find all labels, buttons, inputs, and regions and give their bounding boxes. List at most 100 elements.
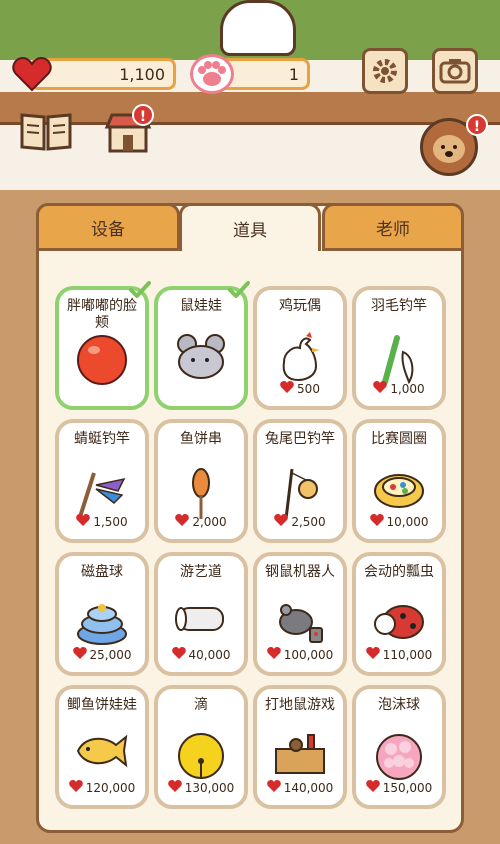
book-button[interactable]	[18, 108, 74, 154]
tab-teacher[interactable]: 老师	[322, 203, 464, 251]
item-name: 鲫鱼饼娃娃	[67, 697, 137, 713]
item-name: 鱼饼串	[180, 431, 222, 447]
item-price-value: 25,000	[89, 647, 132, 662]
robot-mouse-icon	[272, 598, 328, 652]
item-card[interactable]: 泡沫球 150,000	[352, 685, 446, 809]
item-price: 120,000	[59, 780, 145, 795]
item-price-value: 2,500	[291, 514, 326, 529]
item-price: 40,000	[158, 647, 244, 662]
item-price: 25,000	[59, 647, 145, 662]
item-name: 兔尾巴钓竿	[265, 431, 335, 447]
price-heart-icon	[72, 647, 87, 662]
shop-panel: 胖嘟嘟的脸颊 鼠娃娃 鸡玩偶 500 羽毛钓竿 1,000 蜻蜓钓竿 1,500 鱼饼串 2,00…	[36, 203, 464, 833]
item-price-value: 40,000	[188, 647, 231, 662]
settings-button[interactable]	[362, 48, 408, 94]
tab-props-label: 道具	[233, 221, 267, 241]
teacher-alert-icon: !	[466, 114, 488, 136]
item-price: 100,000	[257, 647, 343, 662]
foam-ball-icon	[373, 731, 425, 787]
camera-icon	[439, 59, 471, 84]
item-card[interactable]: 蜻蜓钓竿 1,500	[55, 419, 149, 543]
item-name: 钢鼠机器人	[265, 564, 335, 580]
item-card[interactable]: 鼠娃娃	[154, 281, 250, 410]
item-name: 磁盘球	[81, 564, 123, 580]
item-price: 2,500	[257, 514, 343, 529]
price-heart-icon	[274, 514, 289, 529]
item-price-value: 500	[297, 381, 320, 396]
price-heart-icon	[373, 381, 388, 396]
tab-equipment-label: 设备	[91, 219, 125, 240]
tab-bar: 设备 老师 道具	[36, 203, 464, 251]
gear-icon	[373, 59, 397, 83]
ladybug-icon	[371, 598, 427, 646]
item-price: 110,000	[356, 647, 442, 662]
cat-character	[220, 0, 296, 56]
whack-a-mole-icon	[272, 731, 328, 781]
item-price-value: 2,000	[192, 514, 227, 529]
item-card[interactable]: 羽毛钓竿 1,000	[352, 286, 446, 410]
price-heart-icon	[266, 647, 281, 662]
item-price: 140,000	[257, 780, 343, 795]
item-name: 鸡玩偶	[279, 298, 321, 314]
race-ring-icon	[371, 465, 427, 515]
price-heart-icon	[266, 780, 281, 795]
item-price-value: 130,000	[184, 780, 235, 795]
tab-equipment[interactable]: 设备	[36, 203, 180, 251]
item-price-value: 140,000	[283, 780, 334, 795]
item-card[interactable]: 滴 130,000	[154, 685, 248, 809]
item-card[interactable]: 游艺道 40,000	[154, 552, 248, 676]
item-name: 蜻蜓钓竿	[74, 431, 130, 447]
item-name: 游艺道	[180, 564, 222, 580]
item-name: 会动的瓢虫	[364, 564, 434, 580]
item-name: 泡沫球	[378, 697, 420, 713]
item-card[interactable]: 打地鼠游戏 140,000	[253, 685, 347, 809]
item-price-value: 100,000	[283, 647, 334, 662]
price-heart-icon	[76, 514, 91, 529]
price-heart-icon	[171, 647, 186, 662]
price-heart-icon	[365, 780, 380, 795]
item-price-value: 1,000	[390, 381, 425, 396]
item-card[interactable]: 胖嘟嘟的脸颊	[55, 281, 151, 410]
heart-icon	[12, 56, 52, 92]
item-price: 1,000	[356, 381, 442, 396]
item-card[interactable]: 会动的瓢虫 110,000	[352, 552, 446, 676]
item-card[interactable]: 兔尾巴钓竿 2,500	[253, 419, 347, 543]
item-price-value: 110,000	[382, 647, 433, 662]
price-heart-icon	[167, 780, 182, 795]
item-name: 鼠娃娃	[180, 298, 222, 314]
mouse-doll-icon	[173, 332, 229, 386]
item-price: 1,500	[59, 514, 145, 529]
owned-check-icon	[228, 280, 250, 300]
item-price: 150,000	[356, 780, 442, 795]
tab-props[interactable]: 道具	[179, 203, 321, 251]
item-price-value: 150,000	[382, 780, 433, 795]
price-heart-icon	[280, 381, 294, 396]
paw-icon	[190, 54, 234, 94]
item-card[interactable]: 钢鼠机器人 100,000	[253, 552, 347, 676]
item-price-value: 120,000	[85, 780, 136, 795]
shop-alert-icon: !	[132, 104, 154, 126]
item-card[interactable]: 比赛圆圈 10,000	[352, 419, 446, 543]
fish-cake-doll-icon	[74, 731, 130, 775]
item-name: 羽毛钓竿	[371, 298, 427, 314]
item-card[interactable]: 磁盘球 25,000	[55, 552, 149, 676]
red-ball-icon	[74, 332, 130, 392]
item-price: 500	[257, 381, 343, 396]
item-price-value: 1,500	[93, 514, 128, 529]
item-card[interactable]: 鸡玩偶 500	[253, 286, 347, 410]
item-card[interactable]: 鱼饼串 2,000	[154, 419, 248, 543]
item-name: 胖嘟嘟的脸颊	[67, 298, 137, 331]
item-name: 比赛圆圈	[371, 431, 427, 447]
item-name: 滴	[194, 697, 208, 713]
price-heart-icon	[175, 514, 190, 529]
play-tunnel-icon	[173, 598, 229, 642]
book-icon	[20, 113, 72, 151]
paws-value: 1	[288, 65, 299, 84]
disc-ball-icon	[74, 598, 130, 652]
owned-check-icon	[129, 280, 151, 300]
price-heart-icon	[365, 647, 380, 662]
bell-ball-icon	[176, 731, 226, 785]
tab-teacher-label: 老师	[376, 219, 410, 240]
camera-button[interactable]	[432, 48, 478, 94]
item-card[interactable]: 鲫鱼饼娃娃 120,000	[55, 685, 149, 809]
